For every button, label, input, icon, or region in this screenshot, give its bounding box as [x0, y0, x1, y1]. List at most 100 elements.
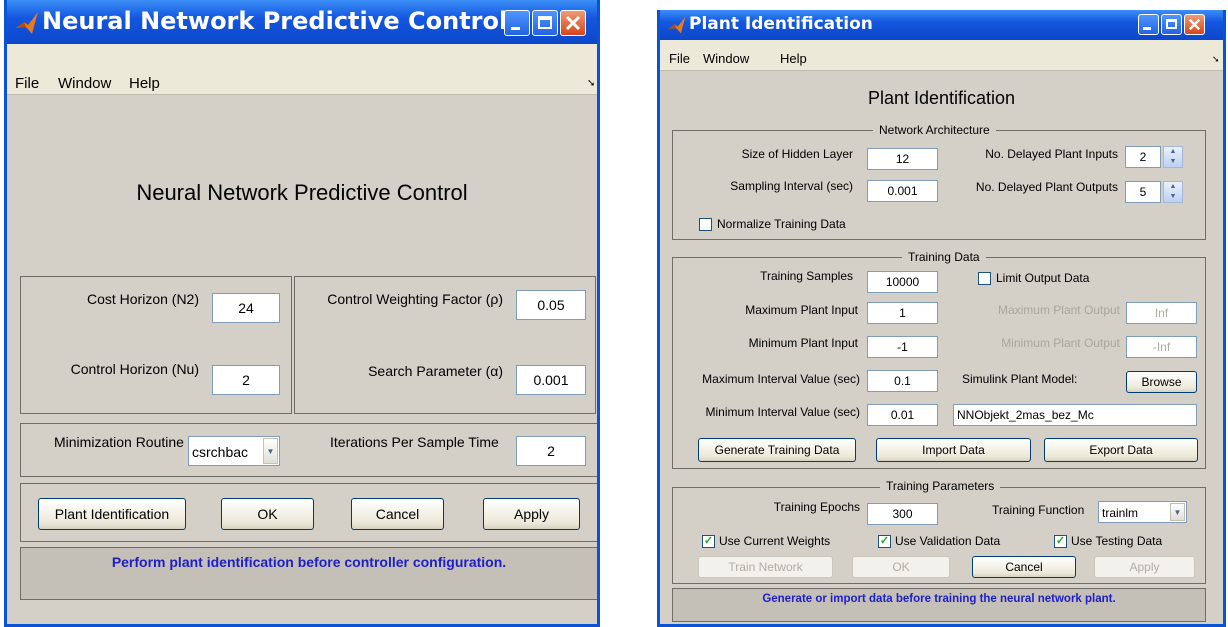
spin-down-icon[interactable]: ▼ — [1164, 193, 1182, 201]
use-testing-data-label: Use Testing Data — [1071, 534, 1163, 548]
minimize-icon — [1143, 27, 1151, 30]
ok-button[interactable]: OK — [852, 556, 950, 578]
menu-bar: File Window Help ➘ — [660, 40, 1223, 71]
sampling-interval-label: Sampling Interval (sec) — [730, 179, 853, 193]
window-title: Plant Identification — [689, 14, 873, 34]
predictive-control-window: Neural Network Predictive Control File W… — [4, 0, 600, 627]
use-testing-data-checkbox[interactable]: ✓ — [1054, 535, 1067, 548]
max-plant-output-field: Inf — [1126, 302, 1197, 324]
cost-horizon-label: Cost Horizon (N2) — [86, 291, 199, 307]
apply-button[interactable]: Apply — [1094, 556, 1195, 578]
training-epochs-label: Training Epochs — [773, 500, 860, 514]
limit-output-checkbox[interactable] — [978, 272, 991, 285]
delayed-outputs-field[interactable]: 5 — [1125, 181, 1161, 203]
apply-button[interactable]: Apply — [483, 498, 580, 530]
max-plant-input-field[interactable]: 1 — [867, 302, 938, 324]
hidden-layer-field[interactable]: 12 — [867, 148, 938, 170]
iterations-field[interactable]: 2 — [516, 436, 586, 466]
plant-identification-button[interactable]: Plant Identification — [38, 498, 186, 530]
control-weighting-label: Control Weighting Factor (ρ) — [327, 291, 503, 307]
ok-button[interactable]: OK — [221, 498, 314, 530]
min-plant-input-field[interactable]: -1 — [867, 336, 938, 358]
minimization-routine-value: csrchbac — [192, 444, 249, 460]
dock-arrow-icon[interactable]: ➘ — [587, 78, 595, 89]
maximize-icon — [1166, 19, 1177, 29]
max-plant-input-label: Maximum Plant Input — [745, 303, 858, 317]
close-button[interactable] — [1184, 14, 1205, 35]
min-plant-output-label: Minimum Plant Output — [1001, 336, 1120, 350]
train-network-button[interactable]: Train Network — [698, 556, 833, 578]
training-samples-field[interactable]: 10000 — [867, 271, 938, 293]
delayed-inputs-spinner[interactable]: ▲ ▼ — [1163, 146, 1183, 168]
maximize-icon — [538, 16, 552, 29]
status-message: Generate or import data before training … — [672, 588, 1206, 622]
browse-button[interactable]: Browse — [1126, 371, 1197, 393]
minimization-panel — [20, 423, 597, 477]
training-function-label: Training Function — [992, 503, 1085, 517]
menu-bar: File Window Help ➘ — [7, 44, 597, 95]
delayed-inputs-field[interactable]: 2 — [1125, 146, 1161, 168]
limit-output-label: Limit Output Data — [996, 271, 1090, 285]
max-plant-output-label: Maximum Plant Output — [997, 303, 1120, 317]
control-horizon-field[interactable]: 2 — [212, 365, 280, 395]
normalize-label: Normalize Training Data — [717, 217, 846, 231]
spin-up-icon[interactable]: ▲ — [1164, 183, 1182, 191]
close-icon — [1188, 18, 1201, 31]
use-validation-data-checkbox[interactable]: ✓ — [878, 535, 891, 548]
simulink-model-field[interactable]: NNObjekt_2mas_bez_Mc — [953, 404, 1197, 426]
chevron-down-icon[interactable]: ▼ — [1170, 503, 1185, 521]
export-data-button[interactable]: Export Data — [1044, 438, 1198, 462]
search-parameter-field[interactable]: 0.001 — [516, 365, 586, 395]
minimize-icon — [511, 27, 520, 30]
min-interval-label: Minimum Interval Value (sec) — [705, 405, 861, 419]
window-title: Neural Network Predictive Control — [42, 7, 508, 35]
close-button[interactable] — [560, 10, 586, 36]
training-data-title: Training Data — [902, 250, 986, 264]
title-bar[interactable]: Plant Identification — [660, 10, 1223, 40]
maximize-button[interactable] — [532, 10, 558, 36]
page-title: Plant Identification — [867, 88, 1016, 108]
delayed-outputs-spinner[interactable]: ▲ ▼ — [1163, 181, 1183, 203]
minimize-button[interactable] — [504, 10, 530, 36]
minimization-routine-select[interactable]: csrchbac ▼ — [188, 436, 280, 466]
title-bar[interactable]: Neural Network Predictive Control — [7, 0, 597, 44]
training-parameters-title: Training Parameters — [880, 479, 1001, 493]
spin-up-icon[interactable]: ▲ — [1164, 148, 1182, 156]
chevron-down-icon[interactable]: ▼ — [263, 438, 278, 464]
min-interval-field[interactable]: 0.01 — [867, 404, 938, 426]
max-interval-field[interactable]: 0.1 — [867, 370, 938, 392]
matlab-logo-icon — [668, 16, 686, 34]
generate-training-data-button[interactable]: Generate Training Data — [698, 438, 856, 462]
min-plant-output-field: -Inf — [1126, 336, 1197, 358]
spin-down-icon[interactable]: ▼ — [1164, 158, 1182, 166]
control-weighting-field[interactable]: 0.05 — [516, 290, 586, 320]
cancel-button[interactable]: Cancel — [351, 498, 444, 530]
import-data-button[interactable]: Import Data — [876, 438, 1031, 462]
cost-horizon-field[interactable]: 24 — [212, 293, 280, 323]
minimization-routine-label: Minimization Routine — [54, 434, 184, 450]
page-title: Neural Network Predictive Control — [136, 180, 468, 205]
sampling-interval-field[interactable]: 0.001 — [867, 180, 938, 202]
training-function-value: trainlm — [1102, 506, 1139, 520]
menu-window[interactable]: Window — [703, 51, 749, 66]
training-epochs-field[interactable]: 300 — [867, 503, 938, 525]
use-current-weights-checkbox[interactable]: ✓ — [702, 535, 715, 548]
menu-help[interactable]: Help — [129, 75, 160, 92]
matlab-logo-icon — [16, 12, 38, 34]
dock-arrow-icon[interactable]: ➘ — [1212, 54, 1220, 65]
menu-file[interactable]: File — [15, 75, 39, 92]
cancel-button[interactable]: Cancel — [972, 556, 1076, 578]
maximize-button[interactable] — [1161, 14, 1182, 35]
simulink-model-label: Simulink Plant Model: — [962, 372, 1078, 386]
training-samples-label: Training Samples — [760, 269, 853, 283]
menu-file[interactable]: File — [669, 51, 690, 66]
training-function-select[interactable]: trainlm ▼ — [1098, 501, 1187, 523]
minimize-button[interactable] — [1138, 14, 1159, 35]
menu-window[interactable]: Window — [58, 75, 111, 92]
use-current-weights-label: Use Current Weights — [719, 534, 831, 548]
use-validation-data-label: Use Validation Data — [895, 534, 1001, 548]
menu-help[interactable]: Help — [780, 51, 807, 66]
normalize-checkbox[interactable] — [699, 218, 712, 231]
plant-identification-window: Plant Identification File Window Help ➘ … — [657, 10, 1226, 627]
status-message: Perform plant identification before cont… — [20, 547, 597, 600]
